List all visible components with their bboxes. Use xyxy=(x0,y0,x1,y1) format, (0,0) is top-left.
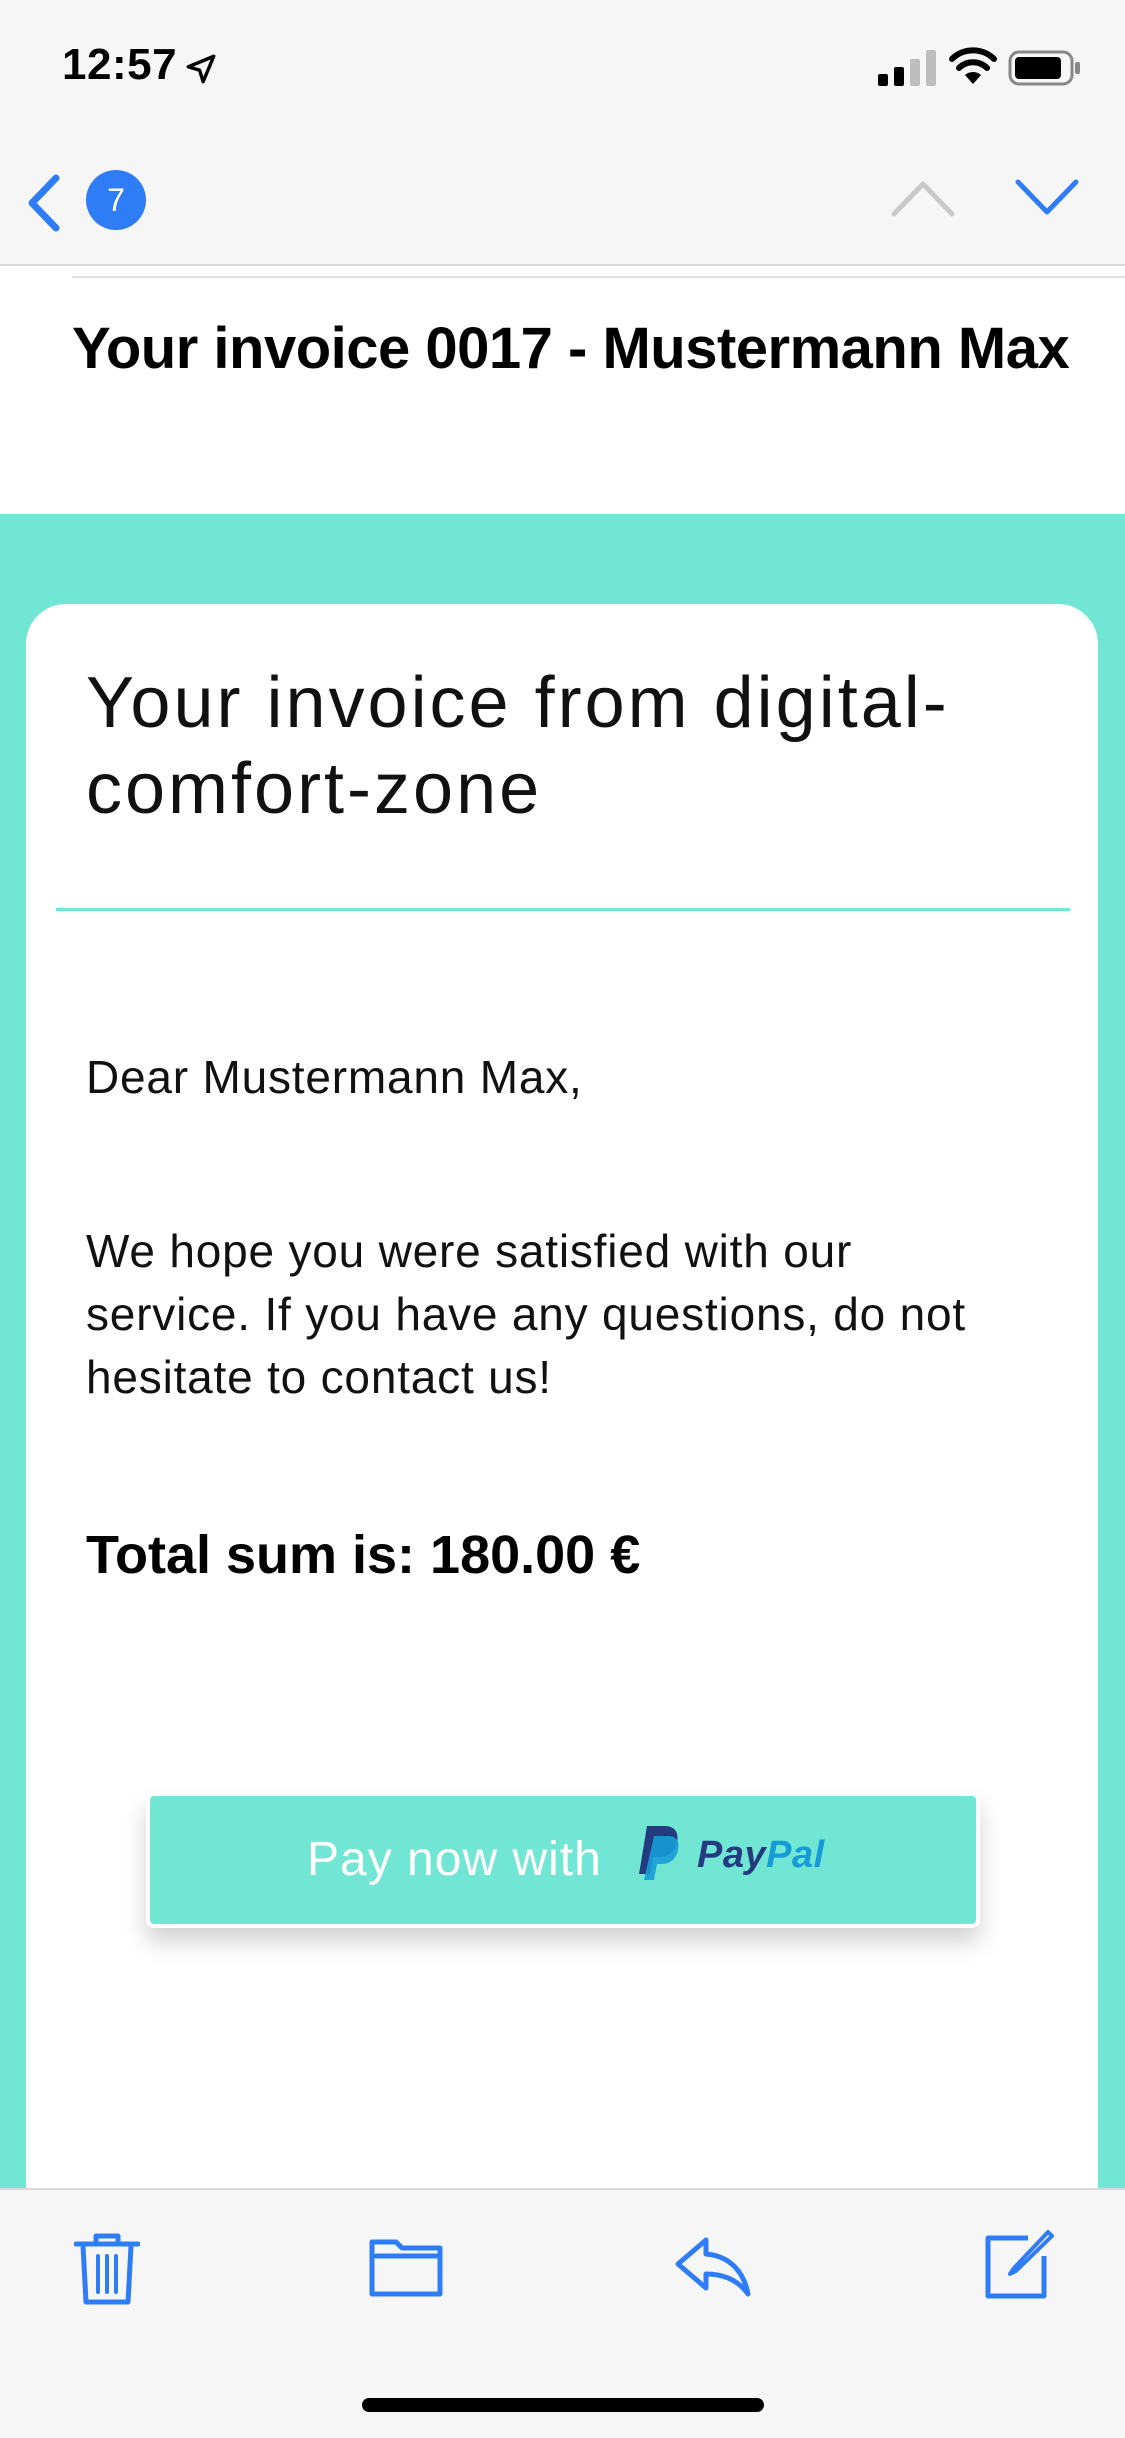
home-indicator[interactable] xyxy=(362,2398,764,2412)
greeting-text: Dear Mustermann Max, xyxy=(86,1051,583,1103)
paypal-wordmark-pay: Pay xyxy=(697,1834,767,1876)
trash-icon[interactable] xyxy=(74,2230,140,2306)
paypal-logo-icon xyxy=(639,1826,679,1880)
invoice-heading: Your invoice from digital-comfort-zone xyxy=(86,663,950,829)
heading-divider xyxy=(56,908,1070,911)
total-sum: Total sum is: 180.00 € xyxy=(86,1525,641,1585)
mail-nav-bar: 7 xyxy=(0,140,1125,266)
chevron-up-icon[interactable] xyxy=(890,178,956,218)
cellular-signal-icon xyxy=(878,50,936,86)
compose-icon[interactable] xyxy=(982,2228,1054,2300)
folder-icon[interactable] xyxy=(368,2234,444,2298)
location-arrow-icon xyxy=(186,54,216,84)
reply-icon[interactable] xyxy=(672,2234,752,2298)
paypal-wordmark: PayPal xyxy=(697,1834,825,1877)
chevron-left-icon[interactable] xyxy=(22,172,66,234)
status-time: 12:57 xyxy=(62,40,178,89)
message-text: We hope you were satisfied with our serv… xyxy=(86,1225,966,1403)
pay-button-label: Pay now with xyxy=(307,1833,602,1886)
chevron-down-icon[interactable] xyxy=(1014,178,1080,218)
unread-count-badge[interactable]: 7 xyxy=(86,170,146,230)
paypal-wordmark-pal: Pal xyxy=(766,1834,825,1876)
wifi-icon xyxy=(949,47,997,84)
battery-icon xyxy=(1008,50,1080,86)
email-subject: Your invoice 0017 - Mustermann Max xyxy=(72,316,1070,381)
status-bar: 12:57 xyxy=(0,0,1125,140)
header-divider xyxy=(72,276,1125,278)
paypal-pay-button[interactable]: Pay now with PayPal xyxy=(146,1792,980,1928)
